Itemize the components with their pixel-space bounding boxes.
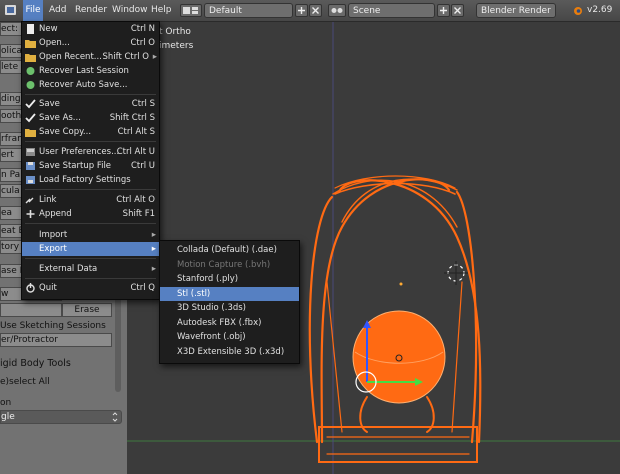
recover-auto-icon — [25, 80, 36, 90]
save-copy-icon — [25, 127, 36, 137]
export-stl[interactable]: Stl (.stl) — [160, 286, 299, 301]
menu-render[interactable]: Render — [75, 0, 107, 21]
tool-dropdown-value: gle — [1, 412, 15, 422]
menu-file[interactable]: File — [23, 0, 43, 21]
menu-separator — [25, 189, 156, 190]
file-menu-dropdown: New Ctrl N Open... Ctrl O Open Recent...… — [21, 21, 160, 300]
menu-item-append[interactable]: Append Shift F1 — [22, 207, 159, 221]
export-autodesk-fbx[interactable]: Autodesk FBX (.fbx) — [160, 316, 299, 331]
export-wavefront[interactable]: Wavefront (.obj) — [160, 330, 299, 345]
submenu-arrow-icon: ▸ — [151, 244, 156, 254]
open-recent-icon — [25, 52, 36, 62]
menu-item-export[interactable]: Export ▸ — [22, 242, 159, 256]
menu-item-open[interactable]: Open... Ctrl O — [22, 36, 159, 50]
append-icon — [25, 209, 36, 219]
editor-type-icon[interactable] — [3, 0, 19, 21]
scene-dropdown[interactable]: Scene — [348, 3, 435, 18]
submenu-arrow-icon: ▸ — [152, 52, 157, 62]
option-label: on — [0, 398, 12, 408]
submenu-arrow-icon: ▸ — [151, 230, 156, 240]
menu-window[interactable]: Window — [112, 0, 148, 21]
menu-item-open-recent[interactable]: Open Recent... Shift Ctrl O ▸ — [22, 50, 159, 64]
menu-item-import[interactable]: Import ▸ — [22, 228, 159, 242]
select-all-label: e)select All — [0, 377, 50, 387]
export-3d-studio[interactable]: 3D Studio (.3ds) — [160, 301, 299, 316]
close-layout-icon[interactable] — [309, 4, 322, 17]
menu-item-recover-auto-save[interactable]: Recover Auto Save... — [22, 78, 159, 92]
menu-item-save[interactable]: Save Ctrl S — [22, 97, 159, 111]
menu-item-save-copy[interactable]: Save Copy... Ctrl Alt S — [22, 125, 159, 139]
menu-help[interactable]: Help — [151, 0, 172, 21]
save-check-icon — [25, 99, 36, 109]
menu-item-recover-last-session[interactable]: Recover Last Session — [22, 64, 159, 78]
add-layout-icon[interactable] — [295, 4, 308, 17]
top-header-bar: File Add Render Window Help Default Scen… — [0, 0, 620, 22]
export-x3d[interactable]: X3D Extensible 3D (.x3d) — [160, 345, 299, 360]
quit-icon — [25, 283, 36, 293]
render-engine-dropdown[interactable]: Blender Render — [476, 3, 556, 18]
export-icon — [25, 244, 36, 254]
lamp-dot — [399, 282, 403, 286]
menu-item-link[interactable]: Link Ctrl Alt O — [22, 193, 159, 207]
factory-settings-icon — [25, 175, 36, 185]
menu-item-save-as[interactable]: Save As... Shift Ctrl S — [22, 111, 159, 125]
menu-separator — [25, 223, 156, 224]
screen-layout-dropdown[interactable]: Default — [204, 3, 293, 18]
open-folder-icon — [25, 38, 36, 48]
screen-layout-icon[interactable] — [180, 4, 202, 17]
scene-icon[interactable] — [328, 4, 346, 17]
menu-separator — [25, 141, 156, 142]
tool-dropdown[interactable]: gle — [0, 410, 122, 424]
export-stanford[interactable]: Stanford (.ply) — [160, 272, 299, 287]
export-collada[interactable]: Collada (Default) (.dae) — [160, 243, 299, 258]
save-startup-icon — [25, 161, 36, 171]
menu-item-user-preferences[interactable]: User Preferences... Ctrl Alt U — [22, 145, 159, 159]
tool-row-blank[interactable] — [0, 303, 62, 317]
use-sketching-label: Use Sketching Sessions — [0, 321, 106, 331]
submenu-arrow-icon: ▸ — [151, 264, 156, 274]
new-file-icon — [25, 24, 36, 34]
recover-icon — [25, 66, 36, 76]
version-label: v2.69 — [587, 5, 613, 15]
save-as-icon — [25, 113, 36, 123]
menu-item-save-startup-file[interactable]: Save Startup File Ctrl U — [22, 159, 159, 173]
export-submenu: Collada (Default) (.dae) Motion Capture … — [159, 240, 300, 364]
preferences-icon — [25, 147, 36, 157]
dropdown-arrow-icon — [112, 411, 118, 428]
add-scene-icon[interactable] — [437, 4, 450, 17]
menu-separator — [25, 278, 156, 279]
erase-button[interactable]: Erase — [62, 303, 112, 317]
link-icon — [25, 195, 36, 205]
external-data-icon — [25, 264, 36, 274]
menu-item-quit[interactable]: Quit Ctrl Q — [22, 281, 159, 295]
import-icon — [25, 230, 36, 240]
menu-separator — [25, 258, 156, 259]
close-scene-icon[interactable] — [451, 4, 464, 17]
ruler-protractor-button[interactable]: er/Protractor — [0, 333, 112, 347]
blender-logo-icon — [571, 0, 585, 21]
rigid-body-tools-header[interactable]: igid Body Tools — [0, 358, 71, 369]
export-motion-capture[interactable]: Motion Capture (.bvh) — [160, 258, 299, 273]
menu-separator — [25, 94, 156, 95]
menu-item-external-data[interactable]: External Data ▸ — [22, 262, 159, 276]
menu-item-load-factory-settings[interactable]: Load Factory Settings — [22, 173, 159, 187]
menu-add[interactable]: Add — [49, 0, 66, 21]
menu-item-new[interactable]: New Ctrl N — [22, 22, 159, 36]
